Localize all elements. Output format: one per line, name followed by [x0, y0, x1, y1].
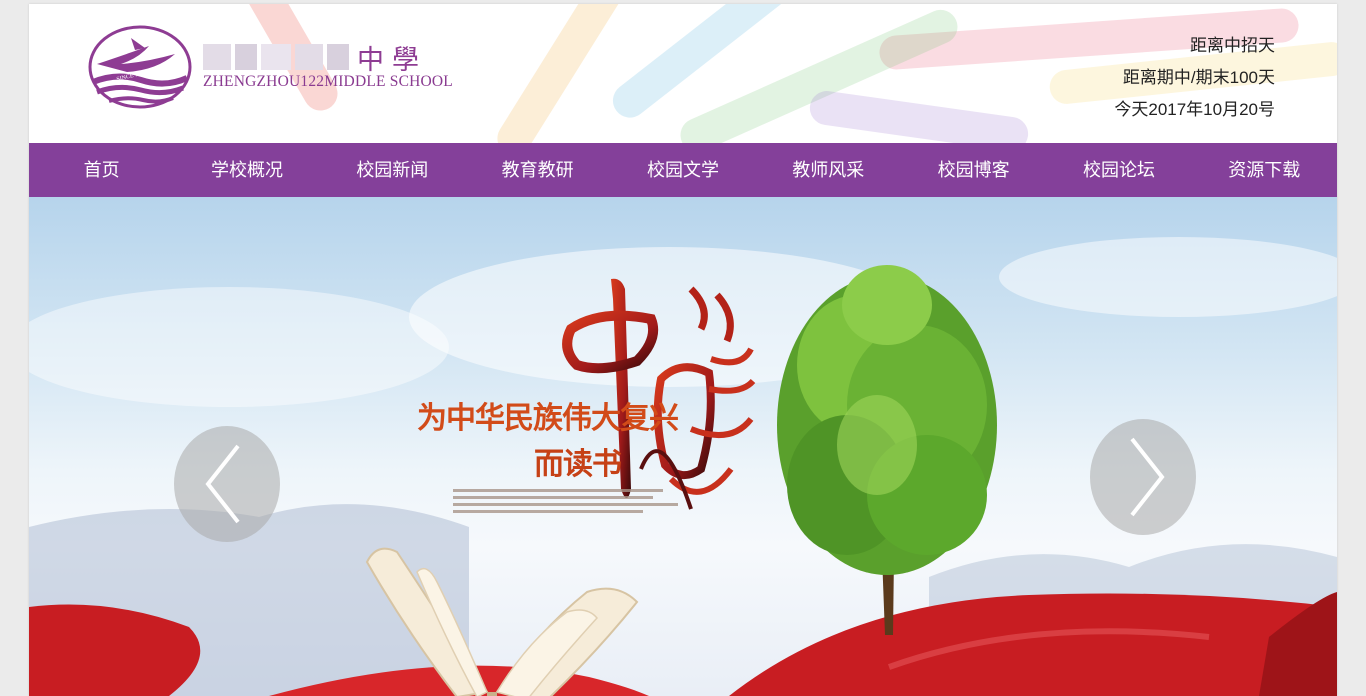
school-name-cn: 中學	[203, 42, 427, 76]
nav-item-forum[interactable]: 校园论坛	[1046, 143, 1191, 197]
carousel-prev-button[interactable]	[174, 426, 280, 542]
open-book-illustration	[365, 547, 639, 696]
tree-illustration	[777, 265, 997, 635]
nav-item-teaching-research[interactable]: 教育教研	[465, 143, 610, 197]
nav-item-downloads[interactable]: 资源下载	[1192, 143, 1337, 197]
redacted-block	[261, 44, 291, 70]
decor-stripe	[807, 88, 1031, 143]
countdown-exam: 距离中招天	[1190, 36, 1275, 55]
redacted-block	[235, 44, 257, 70]
school-name-en: ZHENGZHOU122MIDDLE SCHOOL	[203, 73, 453, 90]
school-logo[interactable]: SINCE 1958	[87, 24, 193, 110]
nav-item-home[interactable]: 首页	[29, 143, 174, 197]
nav-item-blog[interactable]: 校园博客	[901, 143, 1046, 197]
redacted-block	[295, 44, 323, 70]
carousel-next-button[interactable]	[1090, 419, 1196, 535]
main-nav: 首页 学校概况 校园新闻 教育教研 校园文学 教师风采 校园博客 校园论坛 资源…	[29, 143, 1337, 197]
countdown-panel: 距离中招天 距离期中/期末100天 今天2017年10月20号	[1114, 30, 1275, 126]
chevron-left-icon	[205, 444, 240, 524]
countdown-term: 距离期中/期末100天	[1122, 68, 1275, 87]
redacted-block	[203, 44, 231, 70]
nav-item-about[interactable]: 学校概况	[174, 143, 319, 197]
decor-stripe	[490, 4, 648, 143]
redacted-block	[327, 44, 349, 70]
nav-item-literature[interactable]: 校园文学	[610, 143, 755, 197]
school-name-cn-text: 中學	[357, 44, 427, 76]
page: SINCE 1958 中學 ZHENGZHOU122MIDDLE SCHOOL …	[29, 4, 1337, 696]
slogan-line-2: 而读书	[534, 448, 622, 481]
hero-banner: 为中华民族伟大复兴 而读书	[29, 197, 1337, 696]
slogan-line-1: 为中华民族伟大复兴	[417, 402, 679, 435]
chevron-right-icon	[1130, 437, 1165, 517]
nav-item-teachers[interactable]: 教师风采	[756, 143, 901, 197]
today-date: 今天2017年10月20号	[1114, 100, 1275, 119]
nav-item-news[interactable]: 校园新闻	[320, 143, 465, 197]
header: SINCE 1958 中學 ZHENGZHOU122MIDDLE SCHOOL …	[29, 4, 1337, 143]
slogan-fine-print	[453, 489, 683, 517]
